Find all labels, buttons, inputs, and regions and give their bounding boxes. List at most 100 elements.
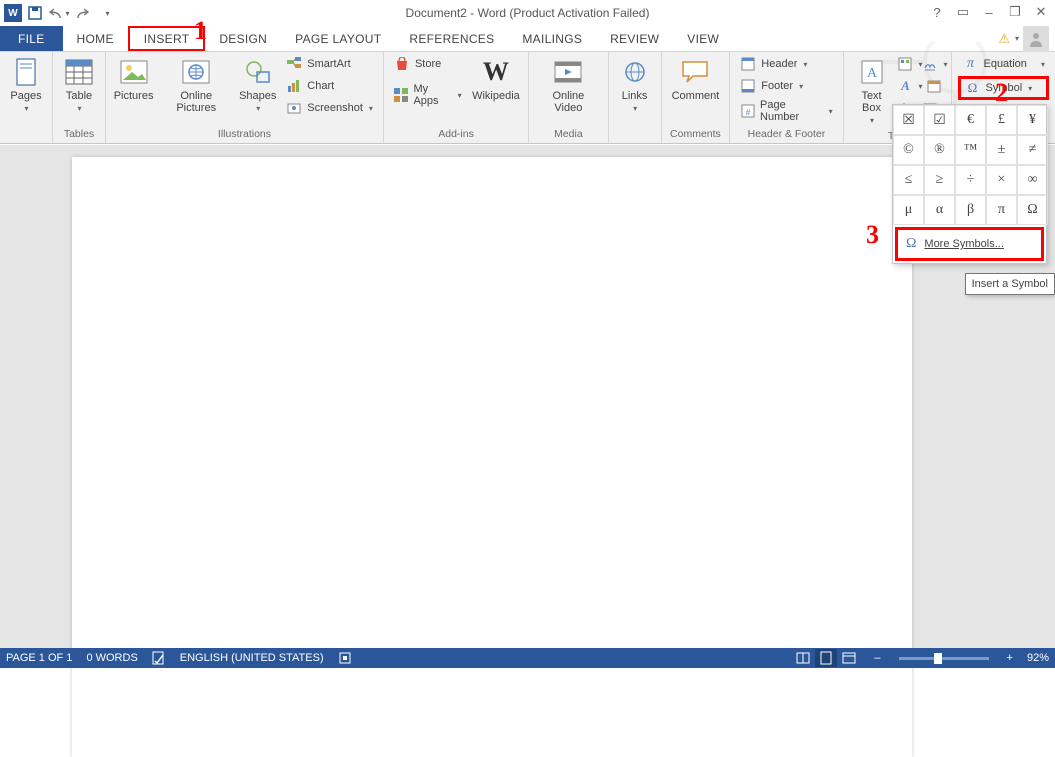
title-bar: W ▾ ▾ Document2 - Word (Product Activati… <box>0 0 1055 26</box>
date-time-button[interactable] <box>925 76 945 96</box>
group-pages: Pages▾ <box>0 52 53 143</box>
qat-customize-button[interactable]: ▾ <box>96 2 118 24</box>
quick-parts-button[interactable]: ▾ <box>897 54 920 74</box>
symbol-cell[interactable]: ☑ <box>924 105 955 135</box>
group-addins: Store My Apps▾ W Wikipedia Add-ins <box>384 52 529 143</box>
text-box-button[interactable]: A Text Box▾ <box>850 54 894 128</box>
tab-review[interactable]: REVIEW <box>596 26 673 51</box>
help-button[interactable]: ? <box>927 2 947 22</box>
symbol-cell[interactable]: ☒ <box>893 105 924 135</box>
print-layout-icon <box>820 651 832 665</box>
zoom-in-button[interactable]: + <box>1007 652 1013 664</box>
wikipedia-button[interactable]: W Wikipedia <box>470 54 522 104</box>
store-label: Store <box>415 58 441 70</box>
symbol-cell[interactable]: ≤ <box>893 165 924 195</box>
footer-label: Footer <box>761 80 793 92</box>
zoom-level[interactable]: 92% <box>1027 652 1049 664</box>
symbol-cell[interactable]: ∞ <box>1017 165 1048 195</box>
wordart-button[interactable]: A▾ <box>897 76 923 96</box>
symbol-cell[interactable]: × <box>986 165 1017 195</box>
screenshot-label: Screenshot <box>307 102 363 114</box>
status-macro[interactable] <box>338 651 352 665</box>
my-apps-label: My Apps <box>413 83 451 107</box>
window-controls: ? ▭ – ❐ ✕ <box>927 2 1051 22</box>
smartart-icon <box>286 56 302 72</box>
symbol-cell[interactable]: ® <box>924 135 955 165</box>
minimize-button[interactable]: – <box>979 2 999 22</box>
table-button[interactable]: Table▾ <box>59 54 99 116</box>
save-button[interactable] <box>24 2 46 24</box>
tab-references[interactable]: REFERENCES <box>395 26 508 51</box>
symbol-cell[interactable]: μ <box>893 195 924 225</box>
group-media: Online Video Media <box>529 52 608 143</box>
online-video-button[interactable]: Online Video <box>535 54 601 116</box>
symbol-cell[interactable]: © <box>893 135 924 165</box>
zoom-slider[interactable] <box>899 657 989 660</box>
smartart-button[interactable]: SmartArt <box>282 54 377 74</box>
symbol-cell[interactable]: ¥ <box>1017 105 1048 135</box>
zoom-out-button[interactable]: – <box>874 652 880 664</box>
page-icon <box>15 58 37 86</box>
redo-button[interactable] <box>72 2 94 24</box>
page-number-button[interactable]: #Page Number▾ <box>736 98 836 124</box>
status-proofing[interactable] <box>152 651 166 665</box>
symbol-cell[interactable]: ™ <box>955 135 986 165</box>
links-label: Links <box>622 90 648 102</box>
store-button[interactable]: Store <box>390 54 466 74</box>
quick-access-toolbar: W ▾ ▾ <box>0 2 118 24</box>
status-language[interactable]: ENGLISH (UNITED STATES) <box>180 652 324 664</box>
video-icon <box>554 60 582 84</box>
redo-icon <box>76 6 90 20</box>
tab-right-area: ⚠▾ <box>998 26 1055 51</box>
pictures-button[interactable]: Pictures <box>112 54 155 104</box>
symbol-cell[interactable]: α <box>924 195 955 225</box>
footer-button[interactable]: Footer▾ <box>736 76 836 96</box>
read-mode-button[interactable] <box>792 649 814 667</box>
tab-mailings[interactable]: MAILINGS <box>508 26 596 51</box>
tab-design[interactable]: DESIGN <box>205 26 281 51</box>
symbol-cell[interactable]: ≠ <box>1017 135 1048 165</box>
signature-line-button[interactable]: ▾ <box>922 54 945 74</box>
close-button[interactable]: ✕ <box>1031 2 1051 22</box>
symbol-cell[interactable]: ÷ <box>955 165 986 195</box>
symbol-cell[interactable]: Ω <box>1017 195 1048 225</box>
equation-button[interactable]: πEquation ▾ <box>958 54 1049 74</box>
symbol-cell[interactable]: ± <box>986 135 1017 165</box>
restore-button[interactable]: ❐ <box>1005 2 1025 22</box>
symbol-cell[interactable]: £ <box>986 105 1017 135</box>
web-layout-button[interactable] <box>838 649 860 667</box>
annotation-2: 2 <box>995 78 1008 108</box>
pages-button[interactable]: Pages▾ <box>6 54 46 116</box>
macro-icon <box>338 651 352 665</box>
symbol-cell[interactable]: π <box>986 195 1017 225</box>
my-apps-button[interactable]: My Apps▾ <box>390 82 466 108</box>
tab-file[interactable]: FILE <box>0 26 63 51</box>
status-words[interactable]: 0 WORDS <box>86 652 137 664</box>
symbol-cell[interactable]: ≥ <box>924 165 955 195</box>
more-symbols-button[interactable]: Ω More Symbols... <box>895 227 1044 261</box>
screenshot-button[interactable]: Screenshot▾ <box>282 98 377 118</box>
wordart-icon: A <box>898 78 912 94</box>
links-button[interactable]: Links▾ <box>615 54 655 116</box>
chart-button[interactable]: Chart <box>282 76 377 96</box>
group-comments: Comment Comments <box>662 52 731 143</box>
user-account-icon[interactable] <box>1023 26 1049 52</box>
online-pictures-button[interactable]: Online Pictures <box>159 54 233 116</box>
comment-button[interactable]: Comment <box>668 54 724 104</box>
symbol-cell[interactable]: β <box>955 195 986 225</box>
symbol-dropdown-panel: ☒ ☑ € £ ¥ © ® ™ ± ≠ ≤ ≥ ÷ × ∞ μ α β π Ω … <box>892 104 1047 264</box>
tab-home[interactable]: HOME <box>63 26 128 51</box>
symbol-cell[interactable]: € <box>955 105 986 135</box>
header-button[interactable]: Header▾ <box>736 54 836 74</box>
tab-view[interactable]: VIEW <box>673 26 733 51</box>
status-bar: PAGE 1 OF 1 0 WORDS ENGLISH (UNITED STAT… <box>0 648 1055 668</box>
zoom-thumb[interactable] <box>934 653 942 664</box>
print-layout-button[interactable] <box>815 649 837 667</box>
tab-page-layout[interactable]: PAGE LAYOUT <box>281 26 395 51</box>
screenshot-icon <box>286 100 302 116</box>
undo-button[interactable]: ▾ <box>48 2 70 24</box>
svg-text:A: A <box>866 66 877 81</box>
shapes-button[interactable]: Shapes▾ <box>237 54 278 116</box>
status-page[interactable]: PAGE 1 OF 1 <box>6 652 72 664</box>
ribbon-display-options-button[interactable]: ▭ <box>953 2 973 22</box>
